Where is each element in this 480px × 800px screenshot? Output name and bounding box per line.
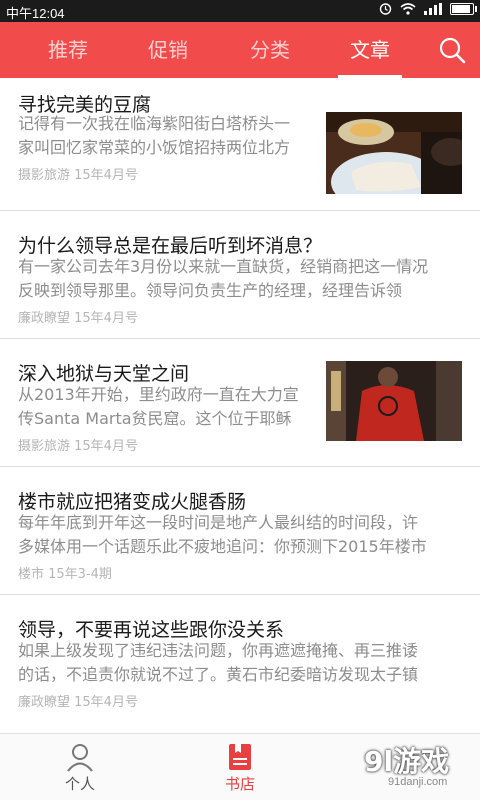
tab-articles[interactable]: 文章 xyxy=(330,22,410,78)
article-item[interactable]: 为什么领导总是在最后听到坏消息？ 有一家公司去年3月份以来就一直缺货，经销商把这… xyxy=(0,211,480,339)
status-time: 中午12:04 xyxy=(6,6,65,21)
article-title: 领导，不要再说这些跟你没关系 xyxy=(18,619,285,641)
article-summary: 从2013年开始，里约政府一直在大力宣 传Santa Marta贫民窟。这个位于… xyxy=(18,385,299,428)
bookstore-icon xyxy=(229,744,251,770)
nav-personal-label: 个人 xyxy=(64,775,95,793)
watermark-logo-text: 9l游戏 xyxy=(364,745,450,778)
search-icon[interactable] xyxy=(438,36,466,64)
article-summary: 每年年底到开年这一段时间是地产人最纠结的时间段，许 多媒体用一个话题乐此不疲地追… xyxy=(18,513,427,556)
article-meta: 楼市 15年3-4期 xyxy=(18,567,112,582)
nav-bookstore[interactable]: 书店 xyxy=(160,734,320,800)
watermark-site: 91danji.com xyxy=(388,776,448,788)
nav-personal[interactable]: 个人 xyxy=(0,734,160,800)
article-meta: 摄影旅游 15年4月号 xyxy=(18,168,138,183)
article-summary: 如果上级发现了违纪违法问题，你再遮遮掩掩、再三推诿 的话，不追责你就说不过了。黄… xyxy=(18,641,419,684)
wifi-icon xyxy=(400,2,416,15)
top-tab-bar: 推荐 促销 分类 文章 xyxy=(0,22,480,78)
tab-recommend[interactable]: 推荐 xyxy=(28,22,108,78)
article-meta: 廉政瞭望 15年4月号 xyxy=(18,311,138,326)
article-list: 寻找完美的豆腐 记得有一次我在临海紫阳街白塔桥头一 家叫回忆家常菜的小饭馆招持两… xyxy=(0,78,480,723)
article-meta: 廉政瞭望 15年4月号 xyxy=(18,695,138,710)
article-summary: 记得有一次我在临海紫阳街白塔桥头一 家叫回忆家常菜的小饭馆招持两位北方 xyxy=(18,114,291,157)
article-summary: 有一家公司去年3月份以来就一直缺货，经销商把这一情况 反映到领导那里。领导问负责… xyxy=(18,257,429,300)
signal-icon xyxy=(424,2,442,15)
article-title: 深入地狱与天堂之间 xyxy=(18,363,190,385)
tab-articles-label: 文章 xyxy=(350,38,390,62)
status-bar: 中午12:04 xyxy=(0,0,480,22)
article-thumbnail xyxy=(326,361,462,441)
site-watermark: 9l游戏 91danji.com xyxy=(358,740,476,794)
nav-bookstore-label: 书店 xyxy=(224,775,255,793)
article-item[interactable]: 领导，不要再说这些跟你没关系 如果上级发现了违纪违法问题，你再遮遮掩掩、再三推诿… xyxy=(0,595,480,723)
article-item[interactable]: 楼市就应把猪变成火腿香肠 每年年底到开年这一段时间是地产人最纠结的时间段，许 多… xyxy=(0,467,480,595)
article-thumbnail xyxy=(326,112,462,194)
alarm-icon xyxy=(379,3,392,15)
tab-category[interactable]: 分类 xyxy=(230,22,310,78)
person-icon xyxy=(67,744,93,772)
battery-icon xyxy=(450,2,477,15)
tab-promotion[interactable]: 促销 xyxy=(128,22,208,78)
article-title: 为什么领导总是在最后听到坏消息？ xyxy=(18,235,323,257)
article-item[interactable]: 寻找完美的豆腐 记得有一次我在临海紫阳街白塔桥头一 家叫回忆家常菜的小饭馆招持两… xyxy=(0,78,480,211)
article-item[interactable]: 深入地狱与天堂之间 从2013年开始，里约政府一直在大力宣 传Santa Mar… xyxy=(0,339,480,467)
article-meta: 摄影旅游 15年4月号 xyxy=(18,439,138,454)
article-title: 楼市就应把猪变成火腿香肠 xyxy=(18,491,247,513)
